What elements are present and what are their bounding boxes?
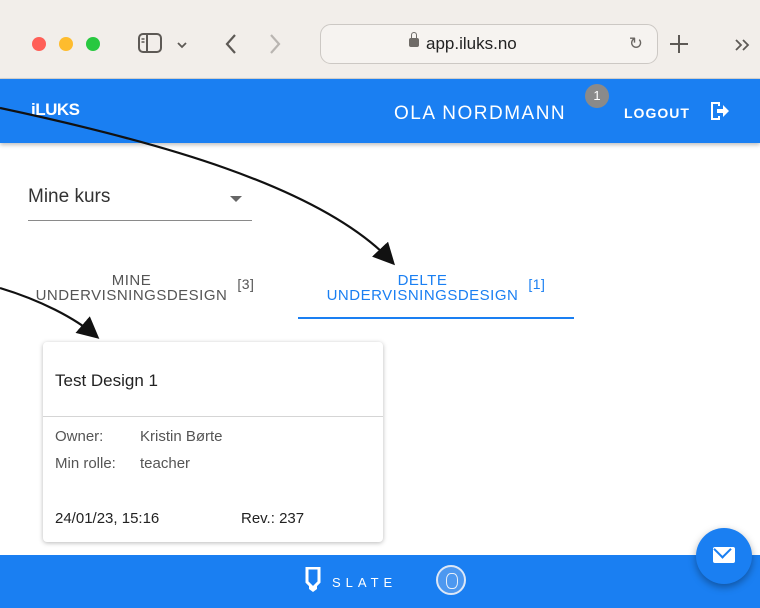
role-value: teacher <box>140 455 191 472</box>
active-tab-indicator <box>298 317 574 319</box>
course-select-value: Mine kurs <box>28 186 111 207</box>
design-card[interactable]: Test Design 1 Owner: Kristin Børte Min r… <box>43 342 383 542</box>
url-text: app.iluks.no <box>426 34 517 53</box>
plus-icon[interactable] <box>668 33 690 55</box>
design-card-revision: Rev.: 237 <box>241 510 305 527</box>
minimize-window-button[interactable] <box>59 37 73 51</box>
forward-icon[interactable] <box>268 33 282 55</box>
logout-button[interactable]: LOGOUT <box>624 105 690 121</box>
owner-value: Kristin Børte <box>140 428 223 445</box>
app-logo[interactable]: iLUKS <box>31 100 80 120</box>
caret-down-icon <box>230 196 242 202</box>
owner-label: Owner: <box>55 428 104 445</box>
footer-brand: SLATE <box>332 575 398 590</box>
card-divider <box>43 416 383 417</box>
reload-icon[interactable]: ↻ <box>629 25 643 63</box>
design-card-title[interactable]: Test Design 1 <box>55 371 158 391</box>
message-button[interactable] <box>696 528 752 584</box>
maximize-window-button[interactable] <box>86 37 100 51</box>
tab-count: [3] <box>237 276 255 292</box>
tab-label-line2: UNDERVISNINGSDESIGN <box>326 287 519 304</box>
tab-label-line2: UNDERVISNINGSDESIGN <box>35 287 228 304</box>
university-seal-icon <box>436 565 466 595</box>
address-bar[interactable]: app.iluks.no ↻ <box>320 24 658 64</box>
course-select[interactable]: Mine kurs <box>28 186 252 221</box>
logout-icon[interactable] <box>708 100 730 122</box>
lock-icon <box>409 32 419 47</box>
overflow-icon[interactable] <box>734 38 752 52</box>
slate-logo-icon <box>305 567 321 592</box>
app-footer: SLATE <box>0 555 760 608</box>
user-name[interactable]: OLA NORDMANN <box>394 103 566 125</box>
browser-toolbar: app.iluks.no ↻ <box>0 0 760 79</box>
app-header: iLUKS OLA NORDMANN 1 LOGOUT <box>0 79 760 143</box>
mail-icon <box>713 547 735 563</box>
chevron-down-icon[interactable] <box>176 40 188 50</box>
close-window-button[interactable] <box>32 37 46 51</box>
tab-shared-designs[interactable]: DELTE UNDERVISNINGSDESIGN [1] <box>298 273 574 303</box>
tab-label: DELTE UNDERVISNINGSDESIGN <box>327 273 519 303</box>
sidebar-icon[interactable] <box>138 33 162 55</box>
tab-label: MINE UNDERVISNINGSDESIGN <box>36 273 228 303</box>
notification-badge[interactable]: 1 <box>585 84 609 108</box>
back-icon[interactable] <box>224 33 238 55</box>
tab-mine-designs[interactable]: MINE UNDERVISNINGSDESIGN [3] <box>30 273 260 303</box>
design-card-date: 24/01/23, 15:16 <box>55 510 160 527</box>
tab-count: [1] <box>528 276 546 292</box>
role-label: Min rolle: <box>55 455 116 472</box>
